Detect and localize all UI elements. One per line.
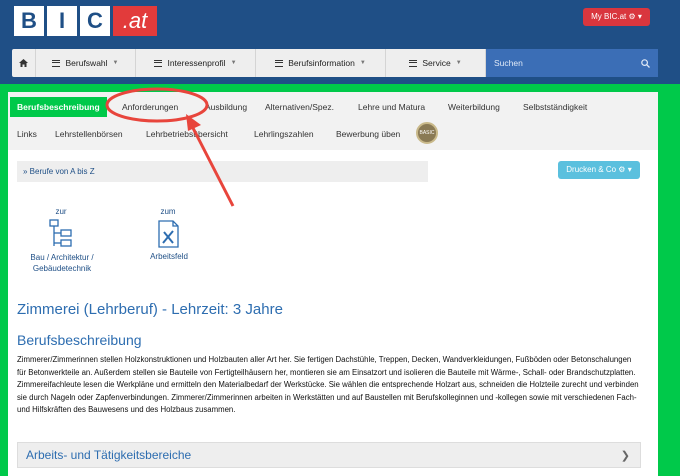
tab-lehrbetriebsuebersicht[interactable]: Lehrbetriebsübersicht bbox=[146, 129, 228, 139]
accordion-label: Arbeits- und Tätigkeitsbereiche bbox=[26, 448, 192, 462]
category-prefix: zum bbox=[160, 207, 176, 216]
nav-label: Berufswahl bbox=[65, 58, 108, 68]
badge-text: BASIC bbox=[419, 130, 435, 136]
page-title: Zimmerei (Lehrberuf) - Lehrzeit: 3 Jahre bbox=[17, 301, 283, 318]
category-arbeitsfeld-link[interactable]: Arbeitsfeld bbox=[138, 252, 200, 261]
tab-alternativen[interactable]: Alternativen/Spez. bbox=[265, 102, 334, 112]
menu-icon bbox=[275, 59, 284, 67]
chevron-right-icon: ❯ bbox=[620, 450, 630, 462]
nav-berufswahl[interactable]: Berufswahl ▼ bbox=[36, 49, 136, 77]
accordion-taetigkeitsbereiche[interactable]: Arbeits- und Tätigkeitsbereiche ❯ bbox=[17, 442, 641, 468]
section-title: Berufsbeschreibung bbox=[17, 332, 142, 348]
nav-label: Berufsinformation bbox=[288, 58, 355, 68]
logo-letter: B bbox=[14, 6, 44, 36]
home-button[interactable] bbox=[12, 49, 36, 77]
tab-lehrlingszahlen[interactable]: Lehrlingszahlen bbox=[254, 129, 314, 139]
nav-label: Service bbox=[422, 58, 451, 68]
search-placeholder: Suchen bbox=[494, 58, 523, 68]
tab-selbststaendigkeit[interactable]: Selbstständigkeit bbox=[523, 102, 587, 112]
category-bau-link[interactable]: Bau / Architektur / Gebäudetechnik bbox=[18, 252, 106, 274]
home-icon bbox=[19, 59, 28, 67]
search-input[interactable]: Suchen bbox=[486, 49, 658, 77]
nav-service[interactable]: Service ▼ bbox=[386, 49, 486, 77]
breadcrumb[interactable]: » Berufe von A bis Z bbox=[17, 161, 428, 182]
tab-lehre-und-matura[interactable]: Lehre und Matura bbox=[358, 102, 425, 112]
nav-label: Interessenprofil bbox=[167, 58, 226, 68]
tab-bar: Berufsbeschreibung Anforderungen Ausbild… bbox=[8, 92, 658, 150]
chevron-down-icon: ▼ bbox=[455, 60, 462, 66]
description-text: Zimmerer/Zimmerinnen stellen Holzkonstru… bbox=[17, 355, 639, 414]
org-chart-icon[interactable] bbox=[48, 219, 74, 249]
menu-icon bbox=[154, 59, 163, 67]
category-prefix: zur bbox=[55, 207, 67, 216]
chevron-down-icon: ▼ bbox=[112, 60, 119, 66]
tab-lehrstellenboersen[interactable]: Lehrstellenbörsen bbox=[55, 129, 123, 139]
tab-weiterbildung[interactable]: Weiterbildung bbox=[448, 102, 500, 112]
menu-icon bbox=[52, 59, 61, 67]
tab-links[interactable]: Links bbox=[17, 129, 37, 139]
tab-ausbildung[interactable]: Ausbildung bbox=[205, 102, 247, 112]
my-bic-button[interactable]: My BIC.at ⚙ ▾ bbox=[583, 8, 650, 26]
basic-badge-icon: BASIC bbox=[416, 122, 438, 144]
chevron-down-icon: ▼ bbox=[359, 60, 366, 66]
logo-suffix: .at bbox=[113, 6, 157, 36]
nav-interessenprofil[interactable]: Interessenprofil ▼ bbox=[136, 49, 256, 77]
logo-letter: I bbox=[47, 6, 77, 36]
nav-berufsinformation[interactable]: Berufsinformation ▼ bbox=[256, 49, 386, 77]
search-icon bbox=[641, 58, 650, 68]
tab-anforderungen[interactable]: Anforderungen bbox=[122, 102, 178, 112]
tab-bewerbung-ueben[interactable]: Bewerbung üben bbox=[336, 129, 400, 139]
tab-berufsbeschreibung[interactable]: Berufsbeschreibung bbox=[10, 97, 107, 117]
logo-letter: C bbox=[80, 6, 110, 36]
bic-logo[interactable]: B I C .at bbox=[14, 6, 157, 36]
header: B I C .at My BIC.at ⚙ ▾ bbox=[0, 0, 680, 44]
main-nav: Berufswahl ▼ Interessenprofil ▼ Berufsin… bbox=[12, 49, 658, 77]
chevron-down-icon: ▼ bbox=[230, 60, 237, 66]
print-button[interactable]: Drucken & Co ⚙ ▾ bbox=[558, 161, 640, 179]
tools-icon[interactable] bbox=[156, 219, 182, 249]
menu-icon bbox=[409, 59, 418, 67]
